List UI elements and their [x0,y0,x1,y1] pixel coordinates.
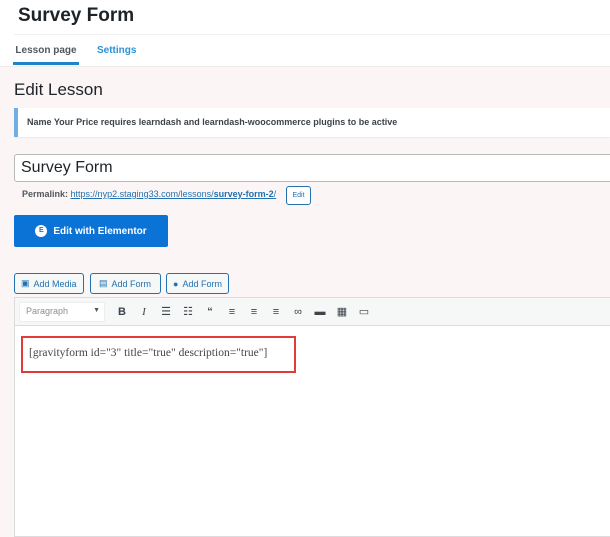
permalink-link[interactable]: https://nyp2.staging33.com/lessons/surve… [71,189,277,199]
shortcode-highlight[interactable]: [gravityform id="3" title="true" descrip… [21,336,296,373]
align-left-icon[interactable]: ≡ [221,306,243,318]
link-icon[interactable]: ∞ [287,306,309,318]
shortcode-text: [gravityform id="3" title="true" descrip… [29,347,268,359]
tab-lesson-page[interactable]: Lesson page [13,45,79,65]
permalink-label: Permalink: [22,189,69,199]
bold-icon[interactable]: B [111,306,133,318]
title-input[interactable]: Survey Form [14,154,610,182]
permalink: Permalink: https://nyp2.staging33.com/le… [22,189,276,199]
media-icon: ▣ [21,278,30,288]
add-media-button[interactable]: ▣ Add Media [14,273,84,294]
elementor-label: Edit with Elementor [53,225,147,237]
add-media-label: Add Media [33,278,77,289]
bullet-list-icon[interactable]: ☰ [155,305,177,318]
permalink-slug: survey-form-2 [213,189,274,199]
form-circle-icon: ● [173,278,179,289]
format-value: Paragraph [26,305,69,316]
page-title: Survey Form [18,5,135,26]
divider [14,34,610,35]
content-editor[interactable]: Paragraph ▼ B I ☰ ☷ “ ≡ ≡ ≡ ∞ ▬ ▦ ▭ [grav… [14,297,610,537]
header: Survey Form Lesson page Settings [0,0,610,67]
read-more-icon[interactable]: ▬ [309,306,331,318]
edit-with-elementor-button[interactable]: E Edit with Elementor [14,215,168,247]
blockquote-icon[interactable]: “ [199,306,221,318]
add-form-label-2: Add Form [182,278,222,289]
elementor-icon: E [35,225,48,237]
notice: Name Your Price requires learndash and l… [14,108,610,137]
add-form-label: Add Form [111,278,152,289]
chevron-down-icon: ▼ [93,306,100,314]
add-form-button[interactable]: ▤ Add Form [90,273,161,294]
permalink-edit-button[interactable]: Edit [286,186,311,205]
form-icon: ▤ [99,278,108,288]
align-right-icon[interactable]: ≡ [265,306,287,318]
add-form-button-2[interactable]: ● Add Form [166,273,229,294]
italic-icon[interactable]: I [133,306,155,318]
edit-heading: Edit Lesson [14,80,103,99]
toolbar-toggle-icon[interactable]: ▦ [331,305,353,318]
tab-settings[interactable]: Settings [97,45,136,56]
permalink-trail: / [273,189,277,199]
fullscreen-icon[interactable]: ▭ [353,305,375,318]
editor-toolbar: Paragraph ▼ B I ☰ ☷ “ ≡ ≡ ≡ ∞ ▬ ▦ ▭ [15,298,610,326]
align-center-icon[interactable]: ≡ [243,306,265,318]
numbered-list-icon[interactable]: ☷ [177,305,199,318]
format-select[interactable]: Paragraph ▼ [19,301,105,322]
permalink-base: https://nyp2.staging33.com/lessons/ [70,189,214,199]
